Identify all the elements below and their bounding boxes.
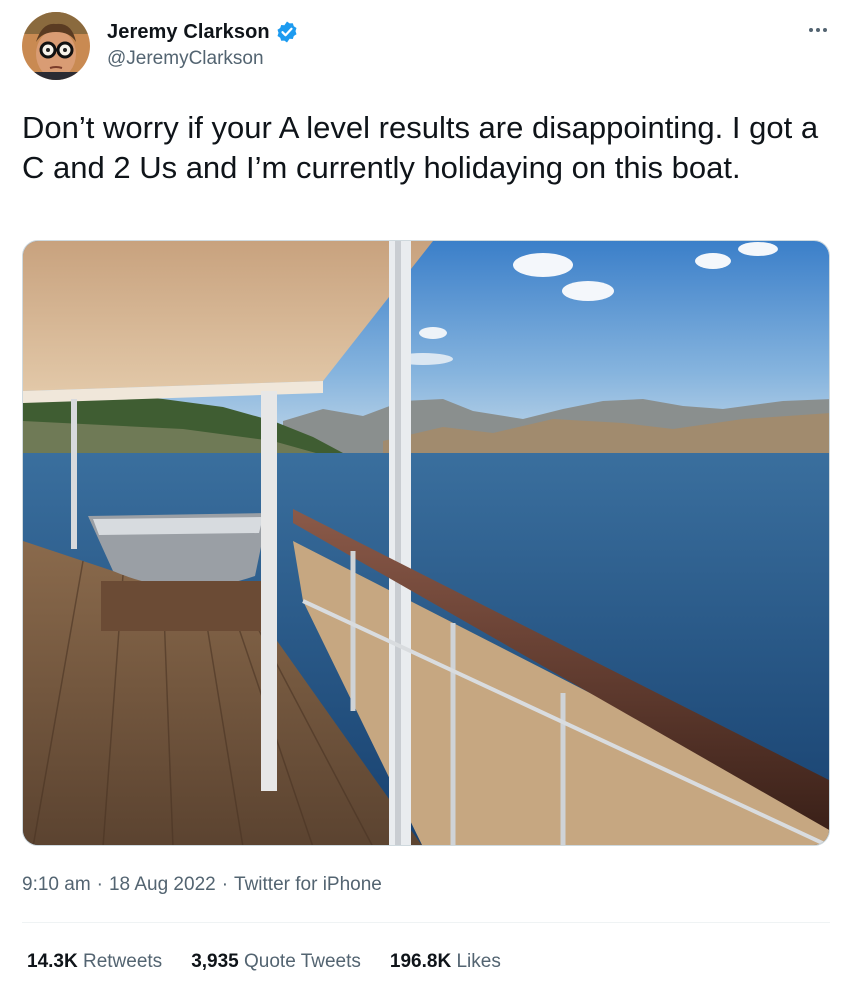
retweets-label: Retweets: [82, 951, 163, 972]
meta-separator: ·: [221, 874, 229, 895]
verified-badge-icon: [275, 20, 299, 44]
tweet: Jeremy Clarkson @JeremyClarkson Don’t wo…: [0, 0, 846, 987]
tweet-time[interactable]: 9:10 am: [22, 874, 91, 896]
quote-tweets-label: Quote Tweets: [244, 951, 361, 972]
tweet-stats: 14.3K Retweets 3,935 Quote Tweets 196.8K…: [27, 951, 530, 973]
tweet-meta: 9:10 am · 18 Aug 2022 · Twitter for iPho…: [22, 874, 382, 896]
likes-label: Likes: [456, 951, 501, 972]
avatar[interactable]: [22, 12, 90, 80]
likes-stat[interactable]: 196.8K Likes: [390, 951, 501, 973]
author-handle[interactable]: @JeremyClarkson: [107, 48, 264, 70]
quote-tweets-stat[interactable]: 3,935 Quote Tweets: [191, 951, 361, 973]
author-name[interactable]: Jeremy Clarkson: [107, 21, 270, 44]
avatar-image: [22, 12, 90, 80]
tweet-photo[interactable]: [22, 240, 830, 846]
author-name-row[interactable]: Jeremy Clarkson: [107, 20, 299, 44]
tweet-date[interactable]: 18 Aug 2022: [109, 874, 216, 896]
tweet-text: Don’t worry if your A level results are …: [22, 110, 819, 185]
tweet-source[interactable]: Twitter for iPhone: [234, 874, 382, 896]
meta-separator: ·: [96, 874, 103, 895]
divider: [22, 922, 830, 923]
quote-tweets-count: 3,935: [191, 951, 239, 972]
retweets-count: 14.3K: [27, 951, 78, 972]
boat-deck-sea-image: [23, 241, 829, 845]
more-horizontal-icon[interactable]: [806, 18, 830, 42]
retweets-stat[interactable]: 14.3K Retweets: [27, 951, 162, 973]
likes-count: 196.8K: [389, 951, 452, 972]
